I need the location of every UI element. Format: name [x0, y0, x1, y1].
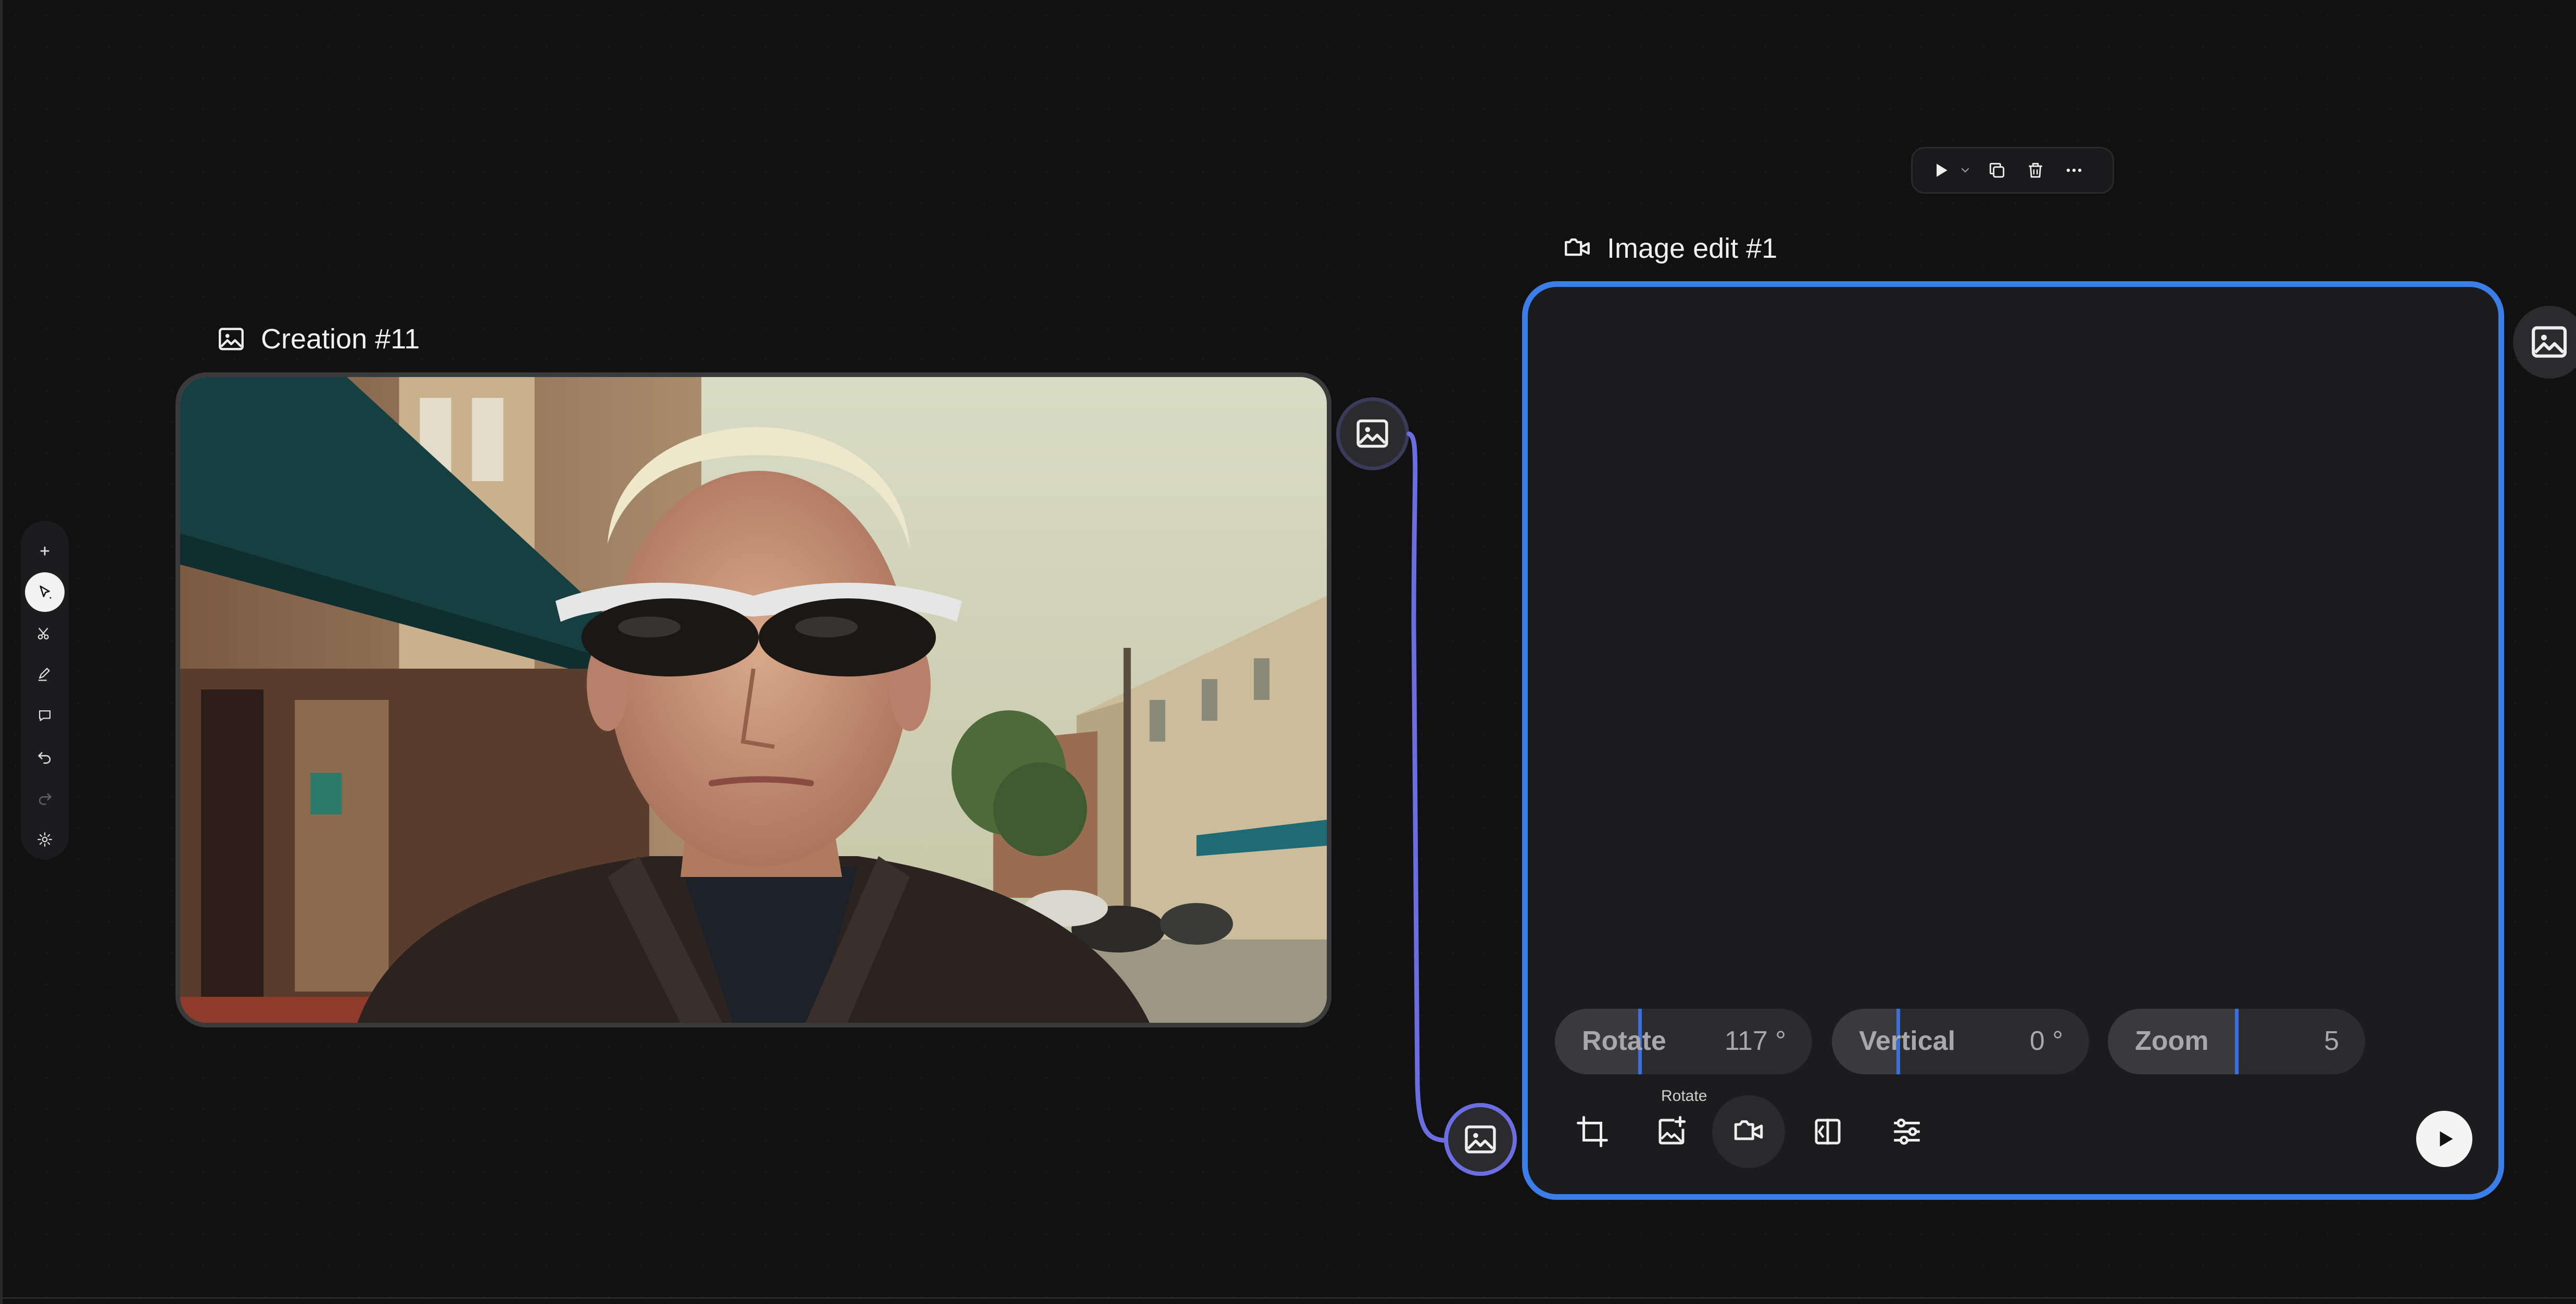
run-options-dropdown[interactable] [1957, 156, 1973, 185]
vertical-slider[interactable]: Vertical 0 ° [1832, 1009, 2089, 1074]
zoom-value: 5 [2324, 1026, 2339, 1056]
rotate-slider[interactable]: Rotate 117 ° [1555, 1009, 1812, 1074]
flip-tool-button[interactable] [1791, 1095, 1864, 1168]
video-camera-icon [1734, 1120, 1763, 1140]
video-camera-icon [1565, 238, 1590, 256]
run-node-button[interactable] [1926, 156, 1955, 185]
zoom-label: Zoom [2135, 1026, 2209, 1056]
node-action-toolbar [1911, 147, 2114, 194]
flip-icon [1815, 1119, 1841, 1145]
trash-icon [2029, 162, 2042, 178]
camera-tool-button[interactable] [1712, 1095, 1785, 1168]
duplicate-icon [1989, 162, 2005, 178]
more-options-button[interactable] [2059, 156, 2089, 185]
zoom-slider[interactable]: Zoom 5 [2108, 1009, 2365, 1074]
duplicate-node-button[interactable] [1982, 156, 2012, 185]
edit-node-title: Image edit #1 [1607, 233, 1778, 264]
delete-node-button[interactable] [2021, 156, 2050, 185]
crop-icon [1577, 1116, 1608, 1147]
rotate-label: Rotate [1582, 1026, 1666, 1056]
image-plus-icon [1658, 1116, 1686, 1145]
edit-input-port[interactable] [1444, 1103, 1517, 1176]
play-icon [1937, 164, 1947, 177]
chevron-down-icon [1961, 168, 1969, 173]
more-icon [2066, 168, 2082, 172]
image-icon [1465, 1125, 1496, 1153]
run-edit-button[interactable] [2416, 1111, 2472, 1167]
sliders-icon [1894, 1118, 1920, 1145]
play-icon [2440, 1131, 2453, 1147]
image-icon [2532, 326, 2567, 358]
vertical-label: Vertical [1859, 1026, 1956, 1056]
vertical-value: 0 ° [2029, 1026, 2063, 1056]
rotate-value: 117 ° [1724, 1026, 1786, 1056]
edit-node-header[interactable]: Image edit #1 [1562, 232, 1777, 265]
rotate-tool-button[interactable] [1635, 1095, 1708, 1168]
crop-tool-button[interactable] [1556, 1095, 1629, 1168]
adjust-tool-button[interactable] [1870, 1095, 1943, 1168]
